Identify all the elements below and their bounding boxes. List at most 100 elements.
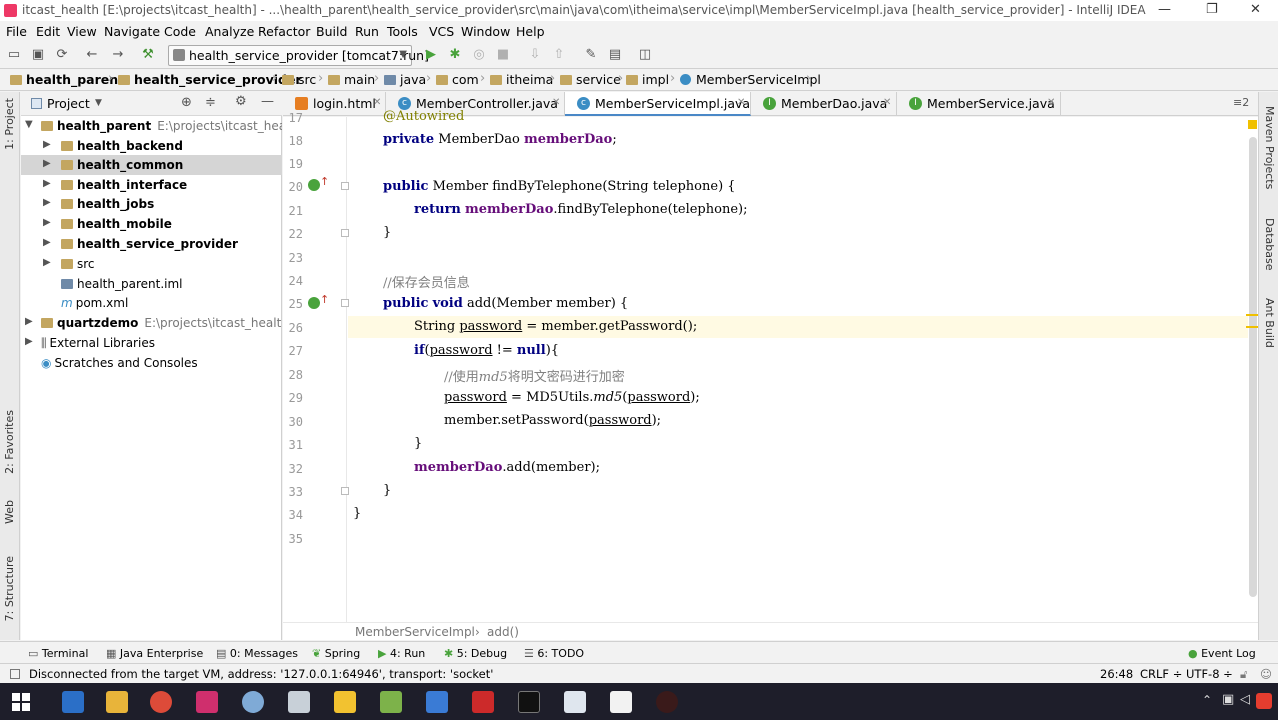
- close-button[interactable]: ✕: [1250, 2, 1261, 17]
- tree-item-external-libraries[interactable]: ▶ ⫼ External Libraries: [21, 333, 282, 353]
- chevron-right-icon[interactable]: ▶: [43, 237, 51, 248]
- breadcrumb-itheima[interactable]: itheima: [490, 72, 553, 87]
- settings-wrench-icon[interactable]: ✎: [583, 47, 599, 63]
- tool-run[interactable]: ▶ 4: Run: [378, 647, 425, 660]
- lock-icon[interactable]: 🔓︎: [1240, 667, 1247, 682]
- tab-memberservice[interactable]: I MemberService.java ✕: [897, 92, 1061, 116]
- menu-window[interactable]: Window: [461, 24, 510, 39]
- tool-windows-toggle-icon[interactable]: [10, 669, 20, 679]
- tray-chevron-up-icon[interactable]: ⌃: [1202, 693, 1212, 707]
- chevron-right-icon[interactable]: ▶: [25, 336, 33, 347]
- caret-position[interactable]: 26:48: [1100, 667, 1133, 681]
- menu-help[interactable]: Help: [516, 24, 545, 39]
- stop-icon[interactable]: ■: [495, 47, 511, 63]
- breadcrumb-service[interactable]: service: [560, 72, 621, 87]
- fold-marker-icon[interactable]: [341, 487, 349, 495]
- tree-item-pom-xml[interactable]: m pom.xml: [21, 293, 282, 313]
- tool-tab-database[interactable]: Database: [1263, 218, 1276, 271]
- breadcrumb-health-parent[interactable]: health_parent: [10, 72, 124, 87]
- code-editor[interactable]: 17 18 19 20 21 22 23 24 25 26 27 28 29 3…: [283, 109, 1258, 622]
- tool-tab-maven-projects[interactable]: Maven Projects: [1263, 106, 1276, 189]
- menu-build[interactable]: Build: [316, 24, 347, 39]
- menu-run[interactable]: Run: [355, 24, 379, 39]
- back-arrow-icon[interactable]: ←: [84, 47, 100, 63]
- locate-target-icon[interactable]: ⊕: [181, 95, 192, 110]
- app-icon[interactable]: [656, 691, 678, 713]
- tree-item-health-mobile[interactable]: ▶ health_mobile: [21, 214, 282, 234]
- maximize-button[interactable]: ❐: [1206, 2, 1218, 17]
- breadcrumb-java[interactable]: java: [384, 72, 426, 87]
- tool-tab-ant-build[interactable]: Ant Build: [1263, 298, 1276, 348]
- tab-memberserviceimpl[interactable]: c MemberServiceImpl.java ✕: [565, 92, 751, 116]
- chevron-right-icon[interactable]: ▶: [43, 178, 51, 189]
- menu-edit[interactable]: Edit: [36, 24, 60, 39]
- task-view-icon[interactable]: [62, 691, 84, 713]
- breadcrumb-memberserviceimpl[interactable]: MemberServiceImpl: [680, 72, 821, 87]
- tool-tab-web[interactable]: Web: [3, 500, 16, 524]
- app-icon[interactable]: [426, 691, 448, 713]
- tree-item-health-jobs[interactable]: ▶ health_jobs: [21, 194, 282, 214]
- tool-tab-structure[interactable]: 7: Structure: [3, 556, 16, 621]
- tool-debug[interactable]: ✱ 5: Debug: [444, 647, 507, 660]
- editor-crumb-method[interactable]: add(): [487, 625, 519, 639]
- menu-tools[interactable]: Tools: [387, 24, 418, 39]
- inspector-icon[interactable]: ☺: [1260, 667, 1272, 681]
- breadcrumb-main[interactable]: main: [328, 72, 375, 87]
- chevron-down-icon[interactable]: ▼: [95, 98, 102, 108]
- close-tab-icon[interactable]: ✕: [373, 97, 381, 108]
- menu-navigate[interactable]: Navigate: [104, 24, 160, 39]
- menu-vcs[interactable]: VCS: [429, 24, 454, 39]
- fold-marker-icon[interactable]: [341, 182, 349, 190]
- warning-stripe-marker[interactable]: [1246, 314, 1258, 316]
- menu-view[interactable]: View: [67, 24, 97, 39]
- close-tab-icon[interactable]: ✕: [552, 97, 560, 108]
- tool-todo[interactable]: ☰ 6: TODO: [524, 647, 584, 660]
- implements-method-icon[interactable]: [308, 297, 320, 309]
- vcs-commit-icon[interactable]: ⇧: [551, 47, 567, 63]
- tree-item-health-service-provider[interactable]: ▶ health_service_provider: [21, 234, 282, 254]
- tree-item-health-interface[interactable]: ▶ health_interface: [21, 175, 282, 195]
- collapse-all-icon[interactable]: ≑: [205, 95, 216, 110]
- fold-marker-icon[interactable]: [341, 229, 349, 237]
- terminal-app-icon[interactable]: [518, 691, 540, 713]
- tool-spring[interactable]: ❦ Spring: [312, 647, 360, 660]
- file-explorer-icon[interactable]: [106, 691, 128, 713]
- file-encoding[interactable]: UTF-8 ÷: [1186, 667, 1233, 681]
- close-tab-icon[interactable]: ✕: [737, 97, 745, 108]
- scrollbar-thumb[interactable]: [1249, 137, 1257, 597]
- hide-panel-icon[interactable]: —: [261, 94, 274, 109]
- warning-stripe-marker[interactable]: [1246, 326, 1258, 328]
- tree-item-src[interactable]: ▶ src: [21, 254, 282, 274]
- breadcrumb-src[interactable]: src: [282, 72, 316, 87]
- tool-java-enterprise[interactable]: ▦ Java Enterprise: [106, 647, 203, 660]
- app-icon[interactable]: [380, 691, 402, 713]
- chevron-right-icon[interactable]: ▶: [43, 217, 51, 228]
- run-icon[interactable]: ▶: [423, 47, 439, 63]
- gear-icon[interactable]: ⚙: [235, 94, 247, 109]
- project-structure-icon[interactable]: ▤: [607, 47, 623, 63]
- sdk-icon[interactable]: ◫: [637, 47, 653, 63]
- save-icon[interactable]: ▣: [30, 47, 46, 63]
- tray-app-icon[interactable]: [1256, 693, 1272, 709]
- menu-analyze[interactable]: Analyze: [205, 24, 254, 39]
- analysis-status-icon[interactable]: [1248, 120, 1257, 129]
- app-icon[interactable]: [242, 691, 264, 713]
- breadcrumb-com[interactable]: com: [436, 72, 479, 87]
- intellij-taskbar-icon[interactable]: [196, 691, 218, 713]
- app-icon[interactable]: [564, 691, 586, 713]
- editor-scrollbar[interactable]: [1248, 117, 1258, 622]
- tool-terminal[interactable]: ▭ Terminal: [28, 647, 88, 660]
- network-icon[interactable]: ▣: [1222, 692, 1234, 707]
- tool-event-log[interactable]: ● Event Log: [1188, 647, 1256, 660]
- minimize-button[interactable]: —: [1158, 2, 1171, 17]
- breadcrumb-impl[interactable]: impl: [626, 72, 669, 87]
- chevron-right-icon[interactable]: ▶: [43, 197, 51, 208]
- chevron-right-icon[interactable]: ▶: [43, 257, 51, 268]
- notepad-icon[interactable]: [288, 691, 310, 713]
- app-icon[interactable]: [472, 691, 494, 713]
- menu-refactor[interactable]: Refactor: [258, 24, 310, 39]
- fold-marker-icon[interactable]: [341, 299, 349, 307]
- debug-icon[interactable]: ✱: [447, 47, 463, 63]
- tree-item-quartzdemo[interactable]: ▶ quartzdemoE:\projects\itcast_health\qu: [21, 313, 282, 333]
- tree-item-health-backend[interactable]: ▶ health_backend: [21, 136, 282, 156]
